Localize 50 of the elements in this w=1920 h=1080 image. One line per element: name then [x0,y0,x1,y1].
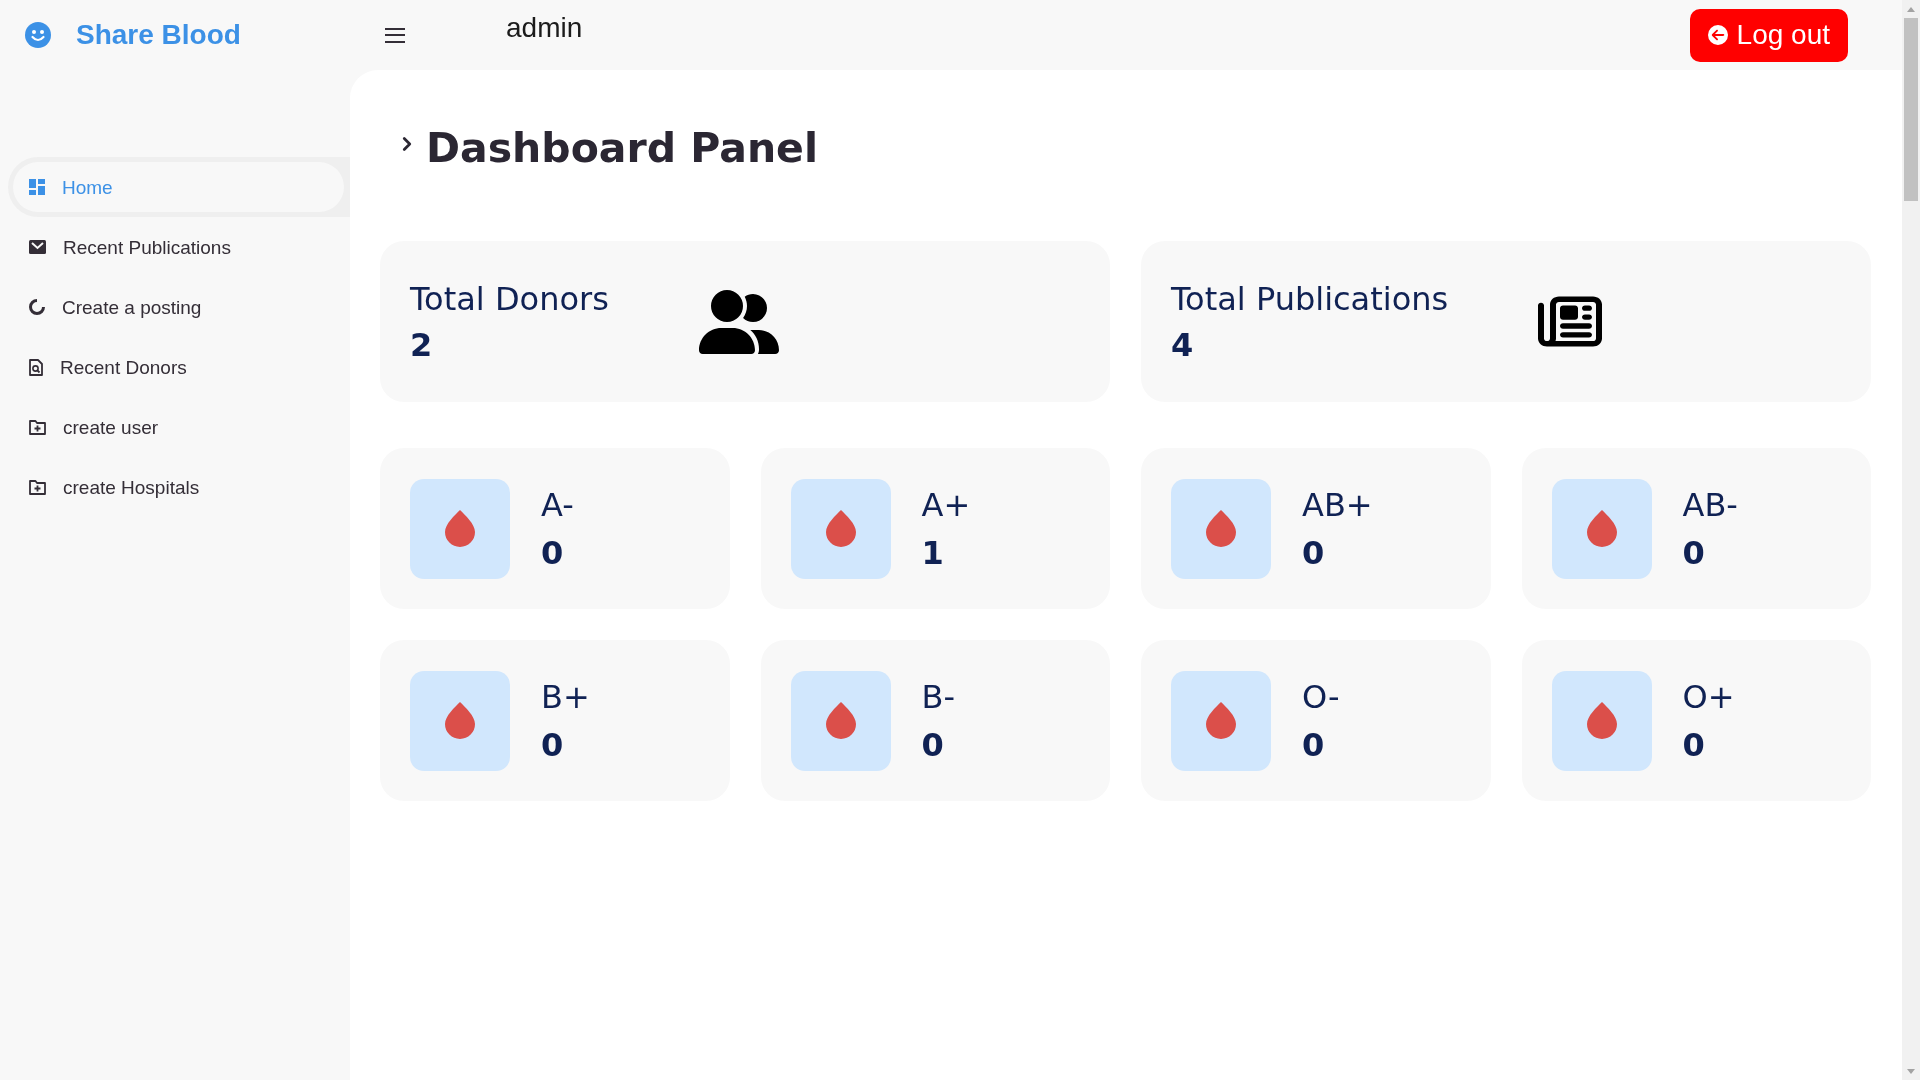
page-title: Dashboard Panel [426,127,818,169]
logout-icon [1707,25,1728,45]
folder-plus-icon [29,479,46,495]
blood-group-label: A+ [921,488,971,521]
username: admin [506,14,583,42]
users-icon [698,289,779,354]
blood-drop-icon [790,478,891,579]
blood-drop-icon [410,478,510,579]
file-search-icon [29,358,43,376]
smiley-logo-icon [25,22,51,48]
scroll-down-icon[interactable] [1907,1069,1915,1074]
blood-group-count: 0 [1682,728,1706,761]
sidebar-item[interactable]: Recent Donors [13,342,344,392]
blood-group-count: 0 [1302,728,1326,761]
blood-drop-icon [1171,670,1271,771]
blood-group-label: AB+ [1302,488,1373,521]
stat-value: 2 [410,328,434,361]
logout-button[interactable]: Log out [1689,8,1848,62]
sidebar-item[interactable]: Recent Publications [13,222,344,272]
blood-drop-icon [790,670,891,771]
circle-notch-icon [29,299,45,315]
scroll-up-icon[interactable] [1907,7,1915,12]
folder-plus-icon [29,419,46,435]
sidebar-item[interactable]: create Hospitals [13,462,344,512]
scrollbar-thumb[interactable] [1904,18,1918,201]
blood-group-count: 0 [541,536,565,569]
blood-group-label: AB- [1682,488,1738,521]
blood-group-label: O+ [1682,680,1735,713]
sidebar-item[interactable]: create user [13,402,344,452]
stat-value: 4 [1171,328,1195,361]
sidebar-item[interactable]: Create a posting [13,282,344,332]
blood-group-label: B- [921,680,955,713]
blood-group-count: 0 [1682,536,1706,569]
blood-drop-icon [1551,478,1652,579]
stat-label: Total Donors [410,282,609,315]
stat-label: Total Publications [1171,282,1449,315]
blood-drop-icon [410,670,510,771]
dashboard-icon [29,179,45,195]
blood-group-label: A- [541,488,574,521]
blood-group-count: 0 [921,728,945,761]
blood-drop-icon [1171,478,1271,579]
blood-group-count: 1 [921,536,945,569]
menu-icon[interactable] [385,27,405,43]
blood-group-label: B+ [541,680,590,713]
blood-group-label: O- [1302,680,1340,713]
scrollbar[interactable] [1902,0,1920,1080]
envelope-icon [29,240,46,254]
blood-group-count: 0 [541,728,565,761]
blood-drop-icon [1551,670,1652,771]
blood-group-count: 0 [1302,536,1326,569]
